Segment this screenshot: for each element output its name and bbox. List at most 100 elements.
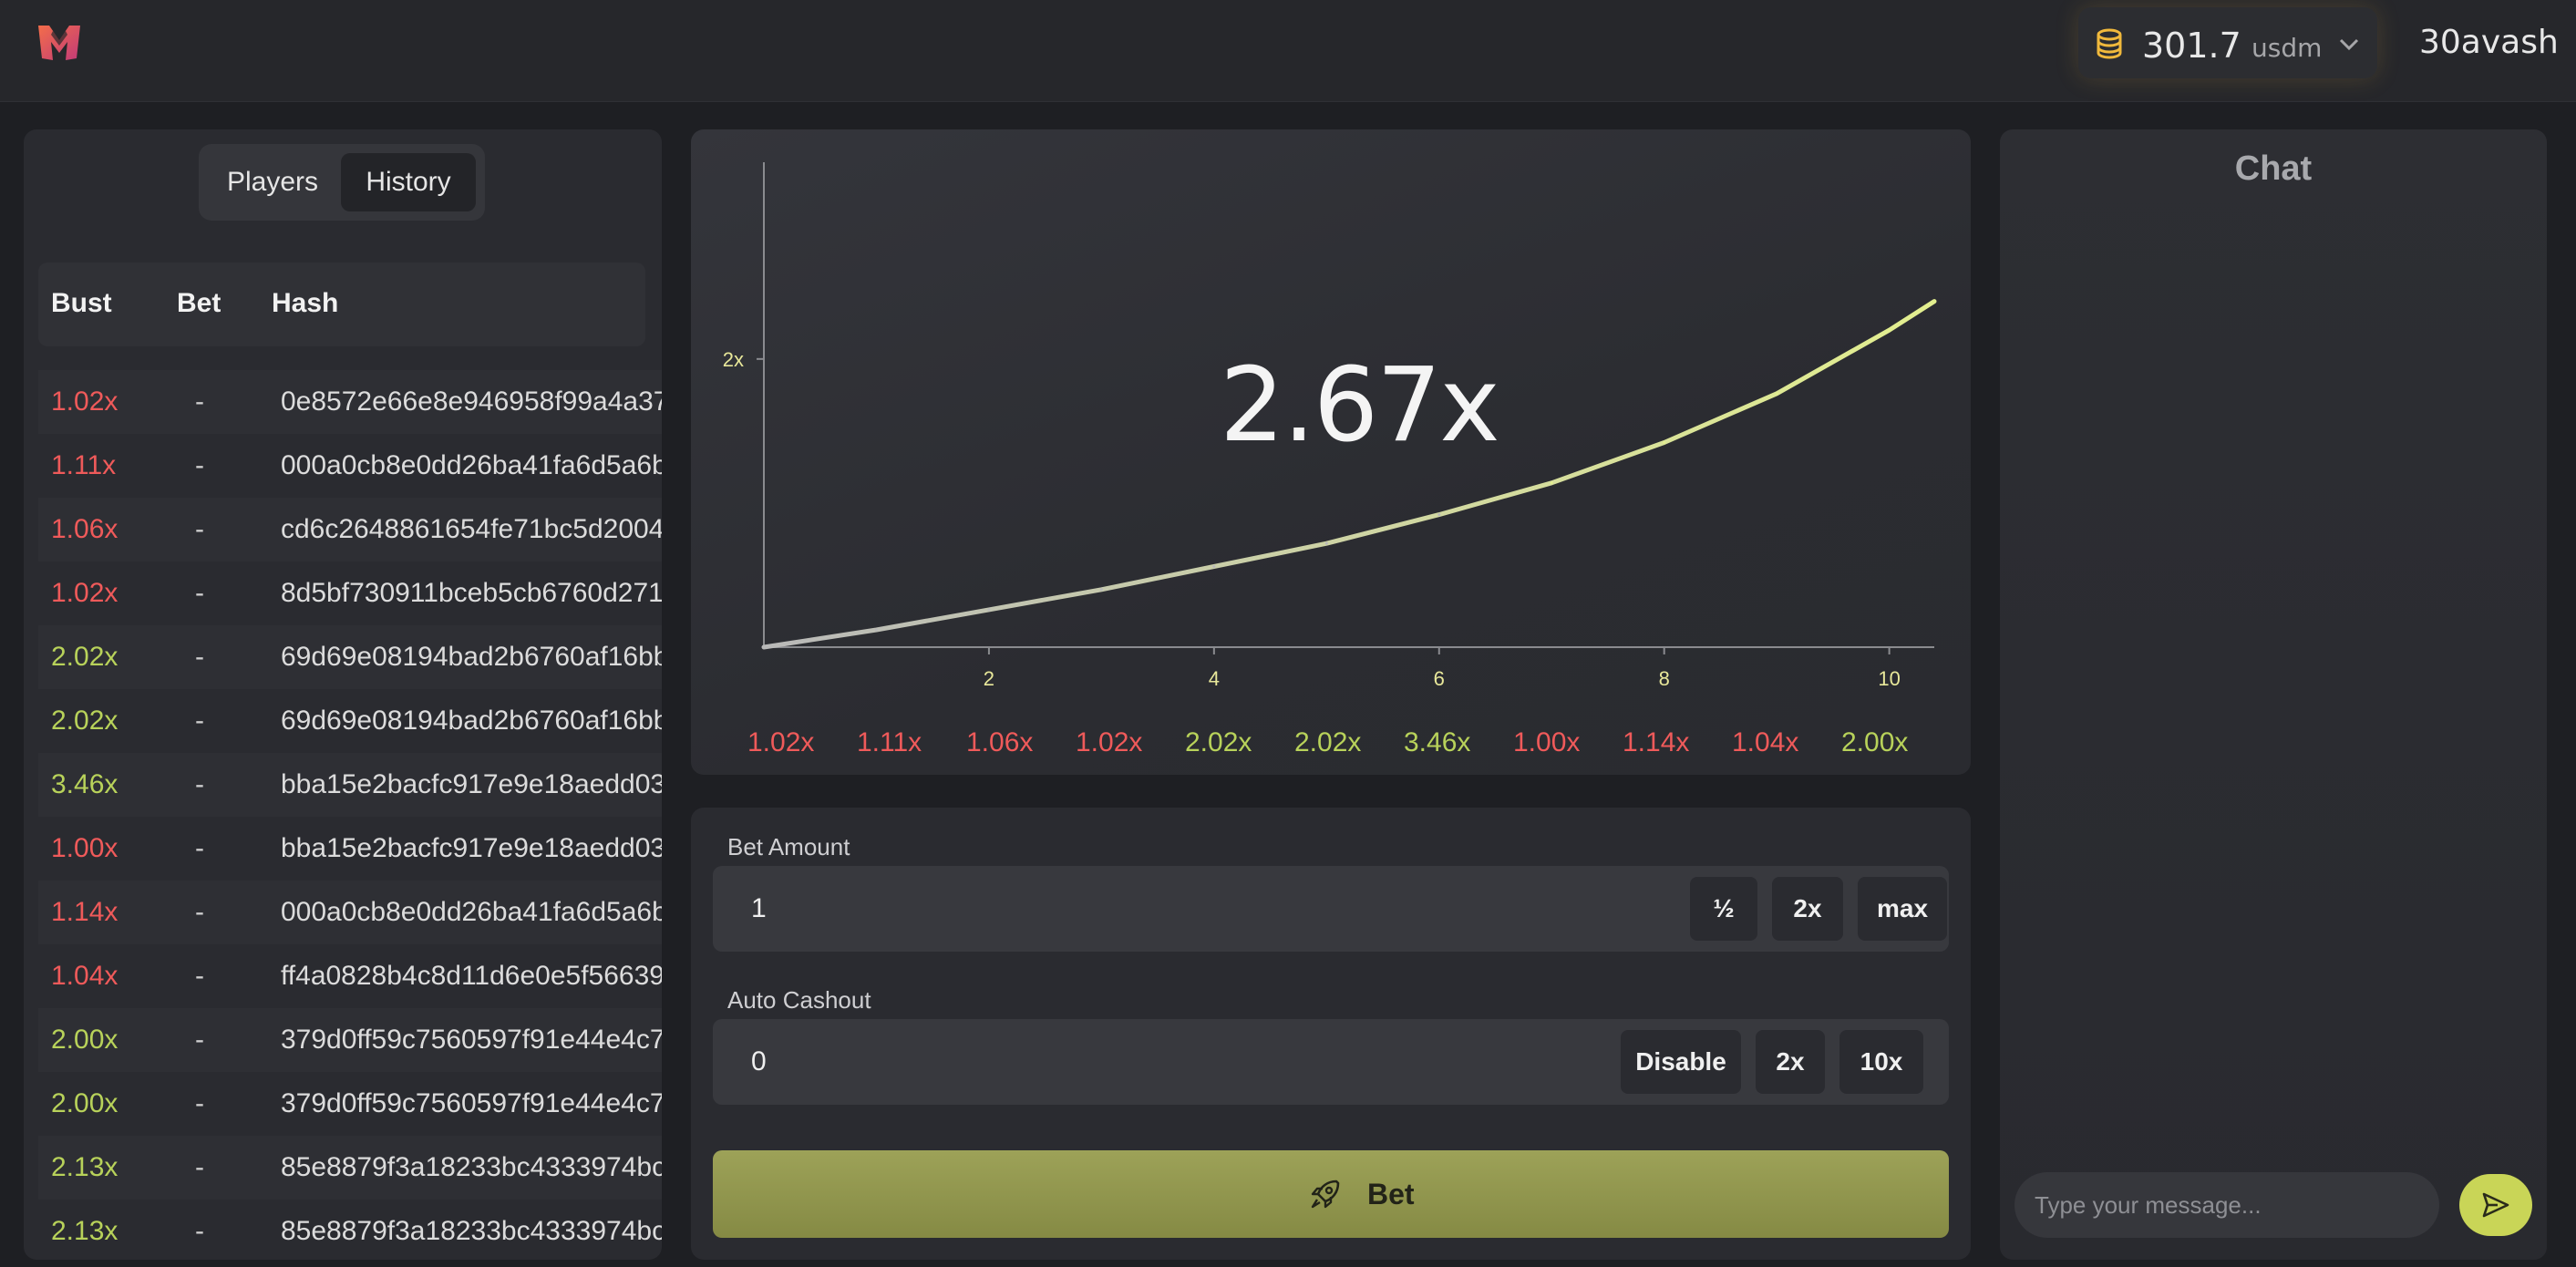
bet-value: -: [195, 1088, 204, 1118]
cashout-2x-button[interactable]: 2x: [1756, 1030, 1825, 1094]
recent-bust-item: 2.02x: [1185, 727, 1252, 757]
table-row[interactable]: 1.00x - bba15e2bacfc917e9e18aedd0353: [38, 817, 662, 881]
bet-value: -: [195, 1152, 204, 1182]
bet-value: -: [195, 450, 204, 480]
tab-players[interactable]: Players: [208, 153, 337, 211]
auto-cashout-value[interactable]: 0: [751, 1046, 767, 1077]
hash-value: bba15e2bacfc917e9e18aedd0353: [281, 833, 662, 863]
bet-value: -: [195, 769, 204, 799]
bet-value: -: [195, 578, 204, 608]
hash-value: 8d5bf730911bceb5cb6760d27192: [281, 578, 662, 608]
username[interactable]: 30avash: [2419, 24, 2559, 61]
hash-value: 000a0cb8e0dd26ba41fa6d5a6b60: [281, 450, 662, 480]
recent-bust-item: 1.06x: [966, 727, 1034, 757]
current-multiplier: 2.67x: [1220, 346, 1500, 465]
chat-title: Chat: [2234, 149, 2313, 188]
bet-button-label: Bet: [1367, 1178, 1415, 1210]
bet-value: -: [195, 386, 204, 417]
tab-history[interactable]: History: [341, 153, 476, 211]
bet-value: -: [195, 514, 204, 544]
recent-bust-item: 1.14x: [1623, 727, 1690, 757]
curve-point: [1775, 392, 1778, 396]
recent-bust-item: 2.02x: [1294, 727, 1362, 757]
hash-value: 000a0cb8e0dd26ba41fa6d5a6b60: [281, 897, 662, 927]
table-row[interactable]: 1.11x - 000a0cb8e0dd26ba41fa6d5a6b60: [38, 434, 662, 498]
auto-cashout-field[interactable]: 0 Disable 2x 10x: [713, 1019, 1949, 1105]
table-row[interactable]: 2.13x - 85e8879f3a18233bc4333974bc8e: [38, 1200, 662, 1260]
column-header-bet: Bet: [177, 288, 222, 318]
table-row[interactable]: 2.02x - 69d69e08194bad2b6760af16bb4f: [38, 689, 662, 753]
bust-value: 1.02x: [51, 578, 118, 608]
hash-value: 85e8879f3a18233bc4333974bc8e: [281, 1152, 662, 1182]
table-row[interactable]: 1.02x - 0e8572e66e8e946958f99a4a37ea: [38, 370, 662, 434]
curve-point: [1888, 328, 1891, 332]
table-row[interactable]: 1.06x - cd6c2648861654fe71bc5d20042a8: [38, 498, 662, 561]
bust-value: 1.14x: [51, 897, 118, 927]
send-message-button[interactable]: [2459, 1174, 2532, 1236]
bet-amount-field[interactable]: 1 ½ 2x max: [713, 866, 1949, 952]
curve-point: [1212, 564, 1216, 568]
recent-bust-item: 1.04x: [1732, 727, 1799, 757]
disable-cashout-button[interactable]: Disable: [1621, 1030, 1741, 1094]
bet-value: -: [195, 642, 204, 672]
curve-point: [1550, 481, 1553, 485]
curve-point: [762, 645, 766, 649]
x-tick-label: 2: [984, 667, 994, 690]
table-row[interactable]: 2.00x - 379d0ff59c7560597f91e44e4c7c3: [38, 1008, 662, 1072]
bust-value: 2.02x: [51, 706, 118, 736]
balance-selector[interactable]: 301.7 usdm: [2078, 7, 2377, 78]
auto-cashout-label: Auto Cashout: [727, 986, 871, 1014]
bust-value: 2.13x: [51, 1152, 118, 1182]
top-bar: 301.7 usdm 30avash: [0, 0, 2576, 102]
chat-message-input[interactable]: [2014, 1172, 2439, 1238]
table-row[interactable]: 1.02x - 8d5bf730911bceb5cb6760d27192: [38, 561, 662, 625]
hash-value: 69d69e08194bad2b6760af16bb4f: [281, 706, 662, 736]
max-bet-button[interactable]: max: [1858, 877, 1947, 941]
y-tick-label: 2x: [723, 348, 744, 371]
hash-value: ff4a0828b4c8d11d6e0e5f566394a: [281, 961, 662, 991]
recent-bust-item: 1.00x: [1513, 727, 1581, 757]
table-row[interactable]: 1.04x - ff4a0828b4c8d11d6e0e5f566394a: [38, 944, 662, 1008]
balance-currency: usdm: [2251, 33, 2323, 63]
bust-value: 2.00x: [51, 1088, 118, 1118]
table-row[interactable]: 1.14x - 000a0cb8e0dd26ba41fa6d5a6b60: [38, 881, 662, 944]
table-row[interactable]: 2.02x - 69d69e08194bad2b6760af16bb4f: [38, 625, 662, 689]
history-table-body: 1.02x - 0e8572e66e8e946958f99a4a37ea 1.11x -…: [38, 370, 662, 1260]
coin-stack-icon: [2093, 27, 2126, 60]
hash-value: cd6c2648861654fe71bc5d20042a8: [281, 514, 662, 544]
recent-bust-item: 1.02x: [747, 727, 815, 757]
bet-value: -: [195, 706, 204, 736]
table-row[interactable]: 2.13x - 85e8879f3a18233bc4333974bc8e: [38, 1136, 662, 1200]
table-header: Bust Bet Hash: [38, 263, 645, 346]
column-header-hash: Hash: [272, 288, 339, 318]
bet-button[interactable]: Bet: [713, 1150, 1949, 1238]
curve-point: [1324, 541, 1328, 545]
recent-bust-item: 1.02x: [1076, 727, 1143, 757]
chevron-down-icon[interactable]: [2339, 38, 2359, 51]
cashout-10x-button[interactable]: 10x: [1839, 1030, 1923, 1094]
bust-value: 2.13x: [51, 1216, 118, 1246]
rocket-icon: [1309, 1178, 1342, 1210]
table-row[interactable]: 3.46x - bba15e2bacfc917e9e18aedd0353: [38, 753, 662, 817]
curve-point: [1932, 300, 1936, 304]
bust-value: 1.11x: [51, 450, 117, 480]
hash-value: 85e8879f3a18233bc4333974bc8e: [281, 1216, 662, 1246]
balance-amount: 301.7: [2142, 26, 2241, 66]
column-header-bust: Bust: [51, 288, 112, 318]
hash-value: 379d0ff59c7560597f91e44e4c7c3: [281, 1025, 662, 1055]
half-bet-button[interactable]: ½: [1690, 877, 1757, 941]
bet-form-panel: Bet Amount 1 ½ 2x max Auto Cashout 0 Dis…: [691, 808, 1971, 1260]
bust-value: 3.46x: [51, 769, 118, 799]
send-icon: [2482, 1192, 2509, 1218]
bet-value: -: [195, 833, 204, 863]
tab-switcher: Players History: [199, 144, 485, 221]
bust-value: 1.02x: [51, 386, 118, 417]
bust-value: 1.04x: [51, 961, 118, 991]
table-row[interactable]: 2.00x - 379d0ff59c7560597f91e44e4c7c3: [38, 1072, 662, 1136]
bust-value: 1.00x: [51, 833, 118, 863]
curve-point: [987, 608, 991, 612]
logo-icon[interactable]: [35, 22, 84, 64]
curve-point: [1437, 513, 1441, 517]
double-bet-button[interactable]: 2x: [1772, 877, 1843, 941]
bet-amount-value[interactable]: 1: [751, 893, 767, 924]
